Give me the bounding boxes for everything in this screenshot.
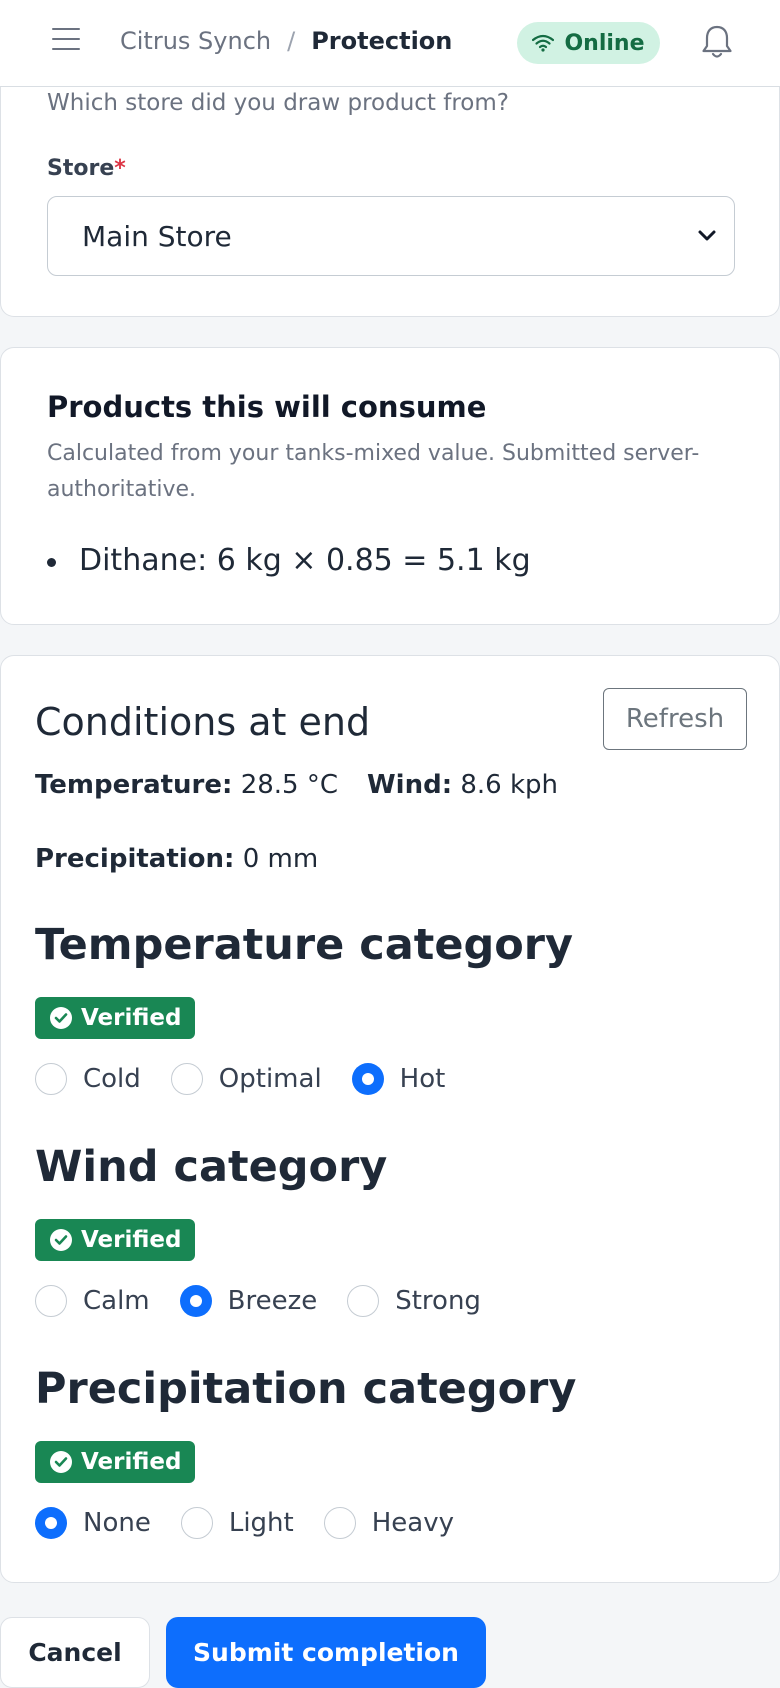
precipitation-reading: Precipitation: 0 mm: [35, 844, 318, 874]
radio-optimal[interactable]: Optimal: [170, 1063, 322, 1095]
verified-label: Verified: [81, 1227, 182, 1253]
radio-calm[interactable]: Calm: [35, 1285, 150, 1317]
submit-completion-button[interactable]: Submit completion: [166, 1617, 486, 1688]
hamburger-icon[interactable]: [52, 28, 80, 52]
radio-light[interactable]: Light: [180, 1507, 294, 1539]
cancel-button[interactable]: Cancel: [0, 1617, 150, 1688]
wind-label: Wind:: [367, 770, 453, 800]
radio-circle[interactable]: [323, 1507, 356, 1539]
temperature-reading: Temperature: 28.5 °C: [35, 770, 338, 800]
radio-heavy[interactable]: Heavy: [323, 1507, 454, 1539]
precipitation-value: 0 mm: [242, 844, 319, 874]
breadcrumb-parent[interactable]: Citrus Synch: [120, 27, 271, 55]
radio-strong[interactable]: Strong: [347, 1285, 481, 1317]
radio-label: Light: [228, 1508, 294, 1538]
radio-label: Calm: [83, 1286, 150, 1316]
wind-category-options: Calm Breeze Strong: [35, 1285, 511, 1317]
breadcrumb-separator: /: [287, 27, 296, 55]
products-list: Dithane: 6 kg × 0.85 = 5.1 kg: [47, 543, 531, 578]
precipitation-category-options: None Light Heavy: [35, 1507, 484, 1539]
precipitation-category-title: Precipitation category: [35, 1364, 577, 1414]
wind-value: 8.6 kph: [460, 770, 559, 800]
temperature-category-options: Cold Optimal Hot: [35, 1063, 475, 1095]
check-circle-icon: [50, 1451, 72, 1473]
bell-icon[interactable]: [700, 24, 734, 60]
products-subtitle: Calculated from your tanks-mixed value. …: [47, 441, 700, 502]
radio-label: Heavy: [371, 1508, 454, 1538]
radio-hot[interactable]: Hot: [351, 1063, 446, 1095]
temperature-label: Temperature:: [35, 770, 233, 800]
check-circle-icon: [50, 1007, 72, 1029]
top-bar: Citrus Synch / Protection Online: [0, 0, 780, 87]
conditions-card: Conditions at end Refresh Temperature: 2…: [0, 655, 780, 1583]
radio-label: Strong: [395, 1286, 481, 1316]
wind-category-title: Wind category: [35, 1142, 388, 1192]
temperature-category-title: Temperature category: [35, 920, 574, 970]
verified-badge: Verified: [35, 1219, 195, 1261]
verified-badge: Verified: [35, 1441, 195, 1483]
online-status-badge: Online: [517, 22, 660, 64]
products-card: Products this will consume Calculated fr…: [0, 347, 780, 625]
verified-label: Verified: [81, 1449, 182, 1475]
conditions-title: Conditions at end: [35, 700, 371, 744]
breadcrumb-current: Protection: [311, 27, 453, 55]
precipitation-label: Precipitation:: [35, 844, 235, 874]
store-label: Store*: [47, 156, 126, 181]
online-status-label: Online: [564, 30, 645, 56]
wifi-icon: [532, 34, 555, 52]
radio-none[interactable]: None: [35, 1507, 151, 1539]
store-select-value: Main Store: [82, 219, 232, 253]
radio-circle-selected[interactable]: [35, 1507, 67, 1539]
temperature-value: 28.5 °C: [240, 770, 338, 800]
radio-circle[interactable]: [35, 1063, 67, 1095]
store-card: Which store did you draw product from? S…: [0, 60, 780, 317]
required-marker: *: [114, 156, 126, 181]
radio-circle[interactable]: [180, 1507, 213, 1539]
products-title: Products this will consume: [47, 390, 487, 424]
wind-reading: Wind: 8.6 kph: [367, 770, 558, 800]
radio-circle[interactable]: [347, 1285, 380, 1317]
store-label-text: Store: [47, 156, 115, 181]
radio-label: Optimal: [218, 1064, 322, 1094]
product-item: Dithane: 6 kg × 0.85 = 5.1 kg: [47, 543, 531, 578]
radio-label: None: [83, 1508, 151, 1538]
radio-circle[interactable]: [35, 1285, 67, 1317]
radio-label: Hot: [399, 1064, 446, 1094]
verified-badge: Verified: [35, 997, 195, 1039]
refresh-button[interactable]: Refresh: [603, 688, 747, 750]
radio-circle-selected[interactable]: [179, 1285, 212, 1317]
radio-circle-selected[interactable]: [351, 1063, 384, 1095]
verified-label: Verified: [81, 1005, 182, 1031]
radio-breeze[interactable]: Breeze: [179, 1285, 318, 1317]
radio-cold[interactable]: Cold: [35, 1063, 141, 1095]
breadcrumb: Citrus Synch / Protection: [120, 27, 452, 55]
check-circle-icon: [50, 1229, 72, 1251]
store-hint: Which store did you draw product from?: [47, 90, 509, 116]
store-select[interactable]: Main Store: [47, 196, 735, 276]
radio-label: Breeze: [227, 1286, 318, 1316]
radio-label: Cold: [83, 1064, 141, 1094]
chevron-down-icon: [698, 230, 716, 241]
radio-circle[interactable]: [170, 1063, 203, 1095]
